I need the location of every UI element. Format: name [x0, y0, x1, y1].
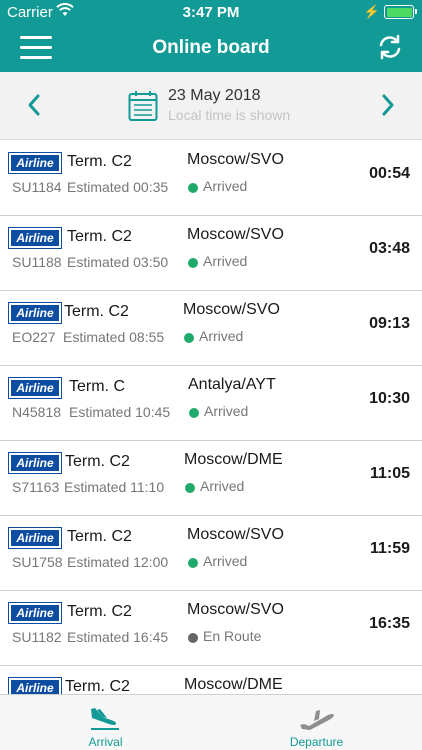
terminal-label: Term. C2	[67, 603, 132, 620]
tab-bar: Arrival Departure	[0, 694, 422, 750]
destination-label: Antalya/AYT	[188, 376, 276, 393]
airline-logo: Airline	[8, 377, 62, 399]
flight-number: SU1758	[12, 554, 63, 570]
status-label: Arrived	[199, 328, 244, 344]
status-label: En Route	[203, 628, 262, 644]
status-dot-icon	[188, 183, 198, 193]
destination-label: Moscow/SVO	[187, 526, 284, 543]
plane-takeoff-icon	[300, 710, 334, 730]
estimated-time: Estimated 10:45	[69, 404, 171, 420]
destination-label: Moscow/SVO	[183, 301, 280, 318]
refresh-icon[interactable]	[376, 33, 404, 61]
estimated-time: Estimated 08:55	[63, 329, 165, 345]
status-dot-icon	[189, 408, 199, 418]
flight-row[interactable]: Airline Term. C2 SU1188 Estimated 03:50 Mosc…	[0, 216, 422, 291]
terminal-label: Term. C2	[65, 678, 130, 694]
destination-label: Moscow/SVO	[187, 601, 284, 618]
status-time: 3:47 PM	[182, 4, 240, 21]
terminal-label: Term. C2	[67, 153, 132, 170]
next-day-button[interactable]	[376, 92, 400, 118]
status-label: Arrived	[203, 253, 248, 269]
flight-number: EO227	[12, 329, 56, 345]
actual-time: 03:48	[369, 240, 410, 257]
status-dot-icon	[188, 558, 198, 568]
flight-row[interactable]: Airline Term. C2 SU1182 Estimated 16:45 Mosc…	[0, 591, 422, 666]
status-label: Arrived	[200, 478, 245, 494]
actual-time: 09:13	[369, 315, 410, 332]
airline-logo: Airline	[8, 302, 62, 324]
status-label: Arrived	[203, 178, 248, 194]
flight-number: N45818	[12, 404, 62, 420]
flight-row[interactable]: Airline Term. C2 SU1758 Estimated 12:00 Mosc…	[0, 516, 422, 591]
terminal-label: Term. C2	[67, 228, 132, 245]
airline-logo: Airline	[8, 227, 62, 249]
destination-label: Moscow/SVO	[187, 226, 284, 243]
destination-label: Moscow/DME	[184, 451, 283, 468]
plane-landing-icon	[91, 708, 119, 730]
previous-day-button[interactable]	[22, 92, 46, 118]
date-selector: 23 May 2018 Local time is shown	[0, 72, 422, 140]
terminal-label: Term. C2	[64, 303, 129, 320]
app-header: Carrier 3:47 PM ⚡ Online board	[0, 0, 422, 72]
local-time-note: Local time is shown	[168, 107, 291, 123]
airline-logo: Airline	[8, 602, 62, 624]
battery-icon	[384, 5, 417, 19]
airline-logo: Airline	[8, 527, 62, 549]
actual-time: 00:54	[369, 165, 410, 182]
estimated-time: Estimated 11:10	[64, 479, 165, 495]
actual-time: 10:30	[369, 390, 410, 407]
status-dot-icon	[185, 483, 195, 493]
status-dot-icon	[188, 258, 198, 268]
flight-row[interactable]: Airline Term. C2 EO227 Estimated 08:55 Mosco…	[0, 291, 422, 366]
actual-time: 11:59	[369, 540, 410, 557]
destination-label: Moscow/SVO	[187, 151, 284, 168]
tab-arrival-label: Arrival	[88, 735, 123, 749]
status-label: Arrived	[203, 553, 248, 569]
flight-number: SU1182	[12, 629, 62, 645]
flight-number: SU1184	[12, 179, 62, 195]
status-label: Arrived	[204, 403, 249, 419]
airline-logo: Airline	[8, 677, 62, 694]
selected-date[interactable]: 23 May 2018	[168, 87, 261, 105]
airline-logo: Airline	[8, 452, 62, 474]
flight-row[interactable]: Airline Term. C N45818 Estimated 10:45 Antal…	[0, 366, 422, 441]
flight-row[interactable]: Airline Term. C2 S71163 Estimated 11:10 Mosc…	[0, 441, 422, 516]
terminal-label: Term. C2	[67, 528, 132, 545]
flight-row[interactable]: Airline Term. C2 Moscow/DME	[0, 666, 422, 694]
calendar-icon[interactable]	[128, 90, 158, 122]
flight-number: SU1188	[12, 254, 62, 270]
tab-arrival[interactable]: Arrival	[0, 695, 211, 750]
estimated-time: Estimated 16:45	[67, 629, 169, 645]
status-bar: Carrier 3:47 PM ⚡	[0, 0, 422, 24]
tab-departure-label: Departure	[289, 735, 344, 749]
estimated-time: Estimated 00:35	[67, 179, 169, 195]
estimated-time: Estimated 03:50	[67, 254, 169, 270]
estimated-time: Estimated 12:00	[67, 554, 169, 570]
flight-number: S71163	[12, 479, 60, 495]
charging-icon: ⚡	[363, 4, 380, 19]
actual-time: 16:35	[369, 615, 410, 632]
flight-row[interactable]: Airline Term. C2 SU1184 Estimated 00:35 Mosc…	[0, 141, 422, 216]
airline-logo: Airline	[8, 152, 62, 174]
actual-time: 11:05	[369, 465, 410, 482]
terminal-label: Term. C2	[65, 453, 130, 470]
terminal-label: Term. C	[69, 378, 125, 395]
flight-list: Airline Term. C2 SU1184 Estimated 00:35 Mosc…	[0, 141, 422, 694]
status-dot-icon	[188, 633, 198, 643]
destination-label: Moscow/DME	[184, 676, 283, 693]
page-title: Online board	[152, 37, 270, 58]
tab-departure[interactable]: Departure	[211, 695, 422, 750]
status-dot-icon	[184, 333, 194, 343]
